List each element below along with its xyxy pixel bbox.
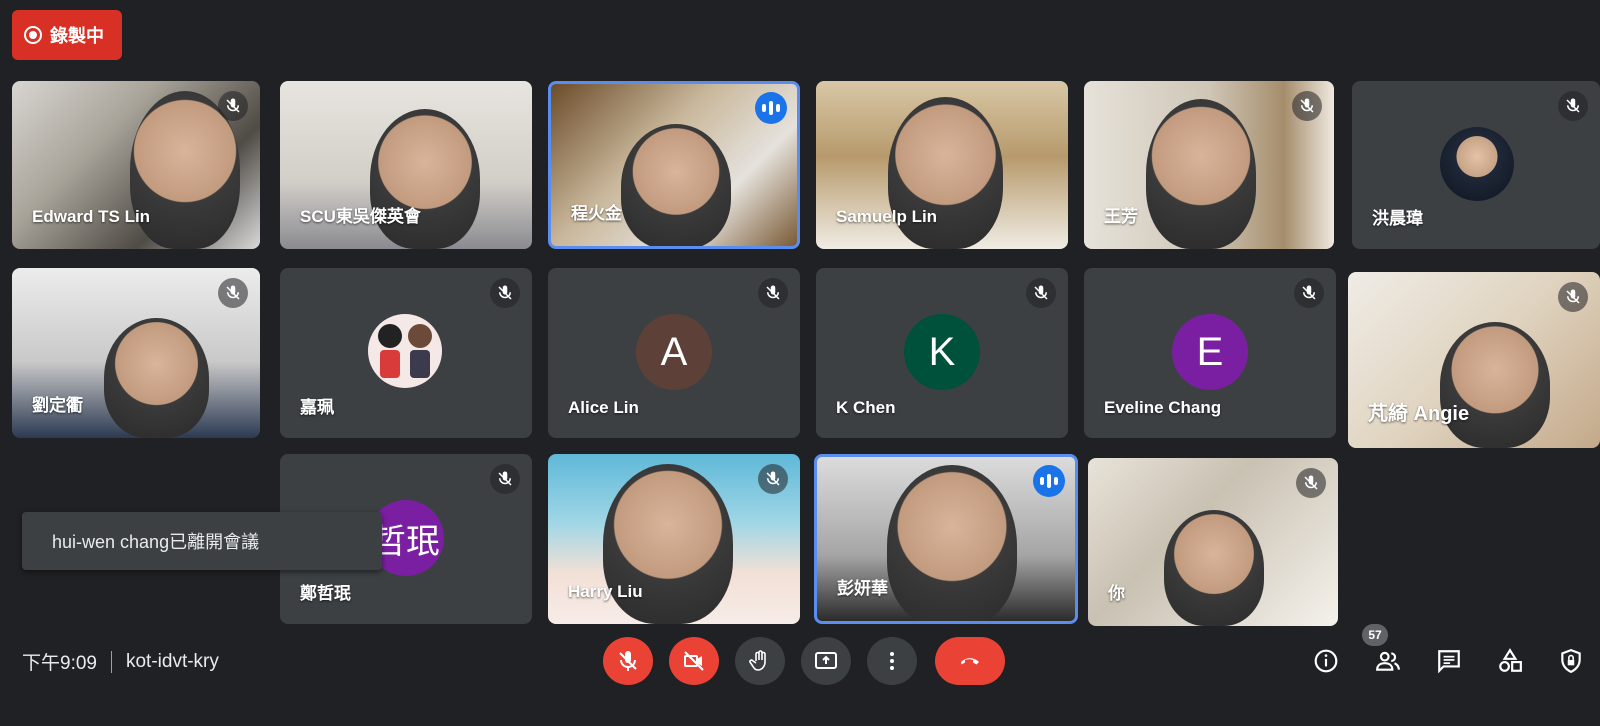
- participant-count-badge: 57: [1362, 624, 1388, 646]
- participant-tile[interactable]: 王芳: [1084, 81, 1334, 249]
- participant-name: 鄭哲珉: [300, 584, 351, 603]
- chat-icon: [1438, 650, 1460, 674]
- meeting-code: kot-idvt-kry: [125, 650, 219, 672]
- mic-off-icon: [218, 278, 248, 308]
- participant-name: Eveline Chang: [1104, 398, 1222, 417]
- participant-name: 程火金: [571, 204, 622, 223]
- camera-toggle-button[interactable]: [669, 637, 719, 685]
- mic-off-icon: [1296, 468, 1326, 498]
- participant-name: 嘉珮: [300, 398, 334, 417]
- avatar: K: [904, 314, 980, 390]
- participant-tile[interactable]: 芃綺 Angie: [1348, 272, 1600, 448]
- participant-tile[interactable]: Samuelp Lin: [816, 81, 1068, 249]
- avatar: [1440, 127, 1514, 201]
- meeting-details: 下午9:09 kot-idvt-kry: [22, 648, 219, 675]
- participant-name: SCU東吳傑英會: [300, 207, 421, 226]
- info-icon: [1314, 649, 1338, 673]
- participant-name: 劉定衢: [32, 396, 83, 415]
- avatar: E: [1172, 314, 1248, 390]
- mic-off-icon: [1294, 278, 1324, 308]
- participant-name: Samuelp Lin: [836, 207, 938, 226]
- people-button[interactable]: [1373, 646, 1403, 676]
- host-controls-button[interactable]: [1556, 646, 1586, 676]
- participant-tile[interactable]: E Eveline Chang: [1084, 268, 1336, 438]
- participant-tile[interactable]: Harry Liu: [548, 454, 800, 624]
- participant-name: 洪晨瑋: [1372, 209, 1423, 228]
- participant-name: 你: [1108, 584, 1125, 603]
- participant-tile[interactable]: SCU東吳傑英會: [280, 81, 532, 249]
- audio-wave-icon: [755, 92, 787, 124]
- mic-off-icon: [758, 464, 788, 494]
- participant-tile[interactable]: 彭妍華: [814, 454, 1078, 624]
- participant-name: Alice Lin: [568, 398, 639, 417]
- participant-tile[interactable]: 你: [1088, 458, 1338, 626]
- audio-wave-icon: [1033, 465, 1065, 497]
- participant-name: 芃綺 Angie: [1368, 403, 1470, 425]
- mic-off-icon: [218, 91, 248, 121]
- mic-toggle-button[interactable]: [603, 637, 653, 685]
- participant-tile[interactable]: K K Chen: [816, 268, 1068, 438]
- divider: [110, 650, 112, 673]
- avatar: A: [636, 314, 712, 390]
- toast-message: hui-wen chang已離開會議: [52, 532, 260, 552]
- participant-tile[interactable]: A Alice Lin: [548, 268, 800, 438]
- recording-indicator: 錄製中: [12, 10, 122, 60]
- present-button[interactable]: [801, 637, 851, 685]
- participant-name: Harry Liu: [568, 582, 643, 601]
- mic-off-icon: [758, 278, 788, 308]
- clock: 下午9:09: [22, 653, 97, 674]
- mic-off-icon: [490, 464, 520, 494]
- mic-off-icon: [490, 278, 520, 308]
- participant-name: 彭妍華: [837, 579, 888, 598]
- avatar: [368, 314, 442, 388]
- host-controls-icon: [1561, 649, 1581, 674]
- more-icon: [890, 652, 894, 670]
- camera-off-icon: [684, 651, 704, 671]
- participant-name: 王芳: [1104, 207, 1138, 226]
- more-options-button[interactable]: [867, 637, 917, 685]
- raise-hand-icon: [749, 650, 766, 671]
- recording-label: 錄製中: [50, 26, 104, 46]
- record-icon: [24, 26, 42, 44]
- chat-button[interactable]: [1434, 646, 1464, 676]
- participant-tile[interactable]: 嘉珮: [280, 268, 532, 438]
- participant-tile[interactable]: Edward TS Lin: [12, 81, 260, 249]
- mic-off-icon: [1026, 278, 1056, 308]
- mic-off-icon: [619, 651, 637, 671]
- raise-hand-button[interactable]: [735, 637, 785, 685]
- activities-icon: [1499, 648, 1522, 672]
- mic-off-icon: [1292, 91, 1322, 121]
- participant-name: K Chen: [836, 398, 896, 417]
- participant-tile[interactable]: 劉定衢: [12, 268, 260, 438]
- mic-off-icon: [1558, 282, 1588, 312]
- mic-off-icon: [1558, 91, 1588, 121]
- participant-name: Edward TS Lin: [32, 207, 151, 226]
- notification-toast: hui-wen chang已離開會議: [22, 512, 382, 570]
- meeting-details-button[interactable]: [1311, 646, 1341, 676]
- people-icon: [1376, 651, 1400, 671]
- leave-call-button[interactable]: [935, 637, 1005, 685]
- activities-button[interactable]: [1495, 646, 1525, 676]
- participant-tile[interactable]: 程火金: [548, 81, 800, 249]
- participant-tile[interactable]: 洪晨瑋: [1352, 81, 1600, 249]
- present-icon: [815, 652, 837, 669]
- hang-up-icon: [961, 658, 979, 665]
